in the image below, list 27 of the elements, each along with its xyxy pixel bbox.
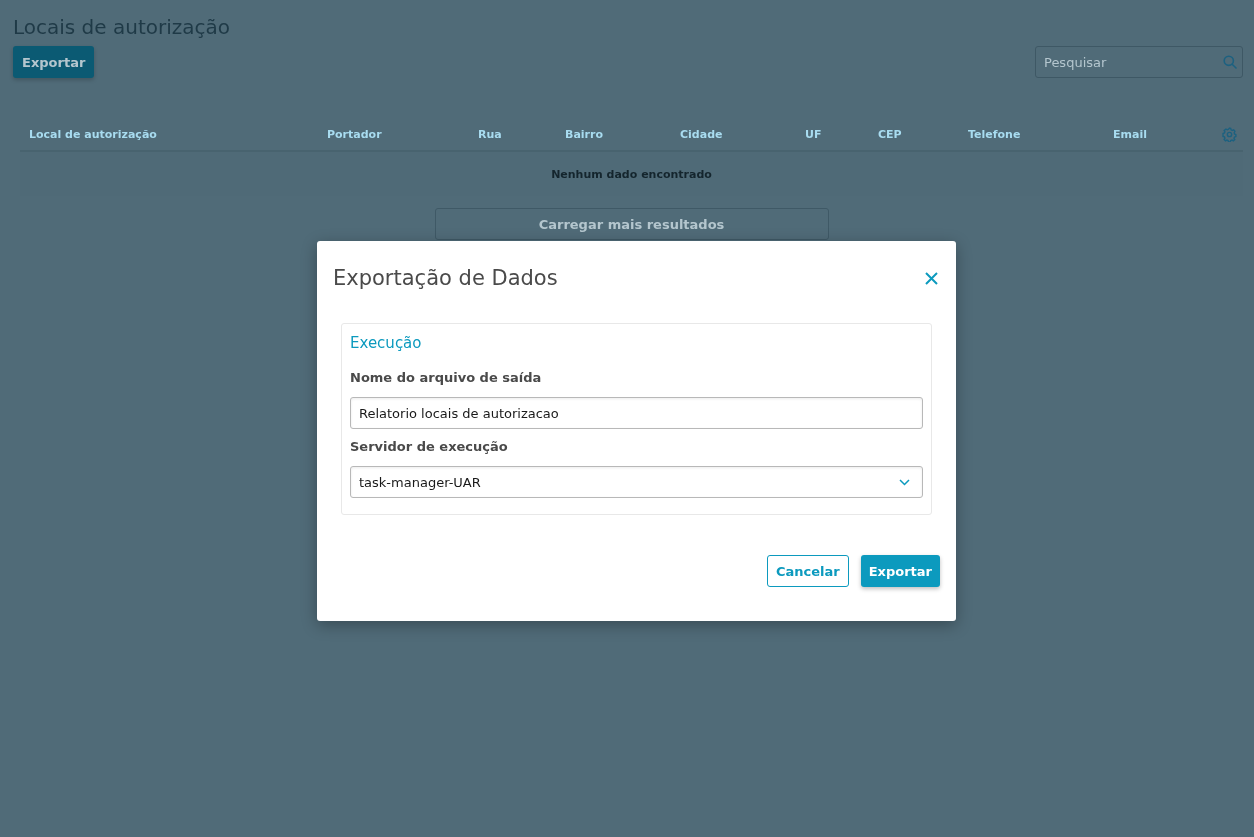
settings-icon	[1221, 126, 1237, 142]
close-button[interactable]	[923, 269, 940, 287]
load-more-button[interactable]: Carregar mais resultados	[434, 208, 829, 240]
search-field[interactable]: Pesquisar	[1035, 46, 1243, 78]
column-header[interactable]: Rua	[478, 127, 565, 141]
text-field[interactable]: Relatorio locais de autorizacao	[350, 397, 923, 429]
column-header[interactable]: UF	[805, 127, 878, 141]
column-header[interactable]: Local de autorização	[29, 127, 327, 141]
column-header[interactable]: CEP	[878, 127, 968, 141]
column-header[interactable]: Email	[1113, 127, 1215, 141]
dropdown-value: task-manager-UAR	[359, 474, 481, 490]
dropdown-field[interactable]: task-manager-UAR	[350, 466, 923, 498]
export-button[interactable]: Exportar	[860, 555, 940, 587]
chevron-down-icon	[899, 478, 910, 486]
close-icon	[925, 271, 938, 285]
search-icon	[1223, 55, 1237, 69]
column-header[interactable]: Cidade	[680, 127, 805, 141]
export-button[interactable]: Exportar	[13, 46, 95, 78]
field-label: Nome do arquivo de saída	[350, 370, 543, 385]
empty-message: Nenhum dado encontrado	[551, 167, 712, 181]
column-header[interactable]: Telefone	[968, 127, 1113, 141]
column-header[interactable]: Bairro	[565, 127, 680, 141]
section-title: Execução	[350, 334, 423, 352]
dialog-title: Exportação de Dados	[333, 266, 558, 290]
column-header[interactable]: Portador	[327, 127, 478, 141]
field-label: Servidor de execução	[350, 439, 509, 454]
cancel-button[interactable]: Cancelar	[766, 555, 849, 587]
